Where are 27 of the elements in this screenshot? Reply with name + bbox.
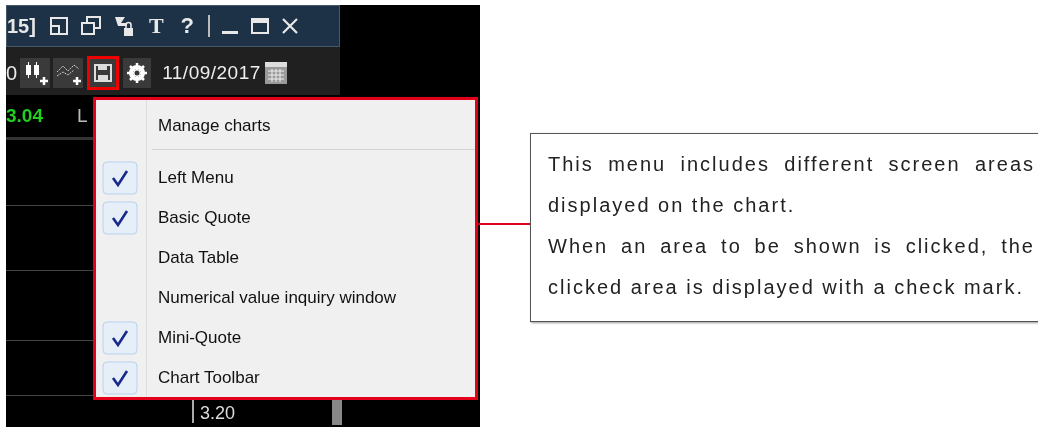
- window-title: 15]: [7, 14, 36, 38]
- calendar-icon[interactable]: [263, 60, 288, 86]
- save-icon[interactable]: [87, 56, 120, 90]
- axis-label: 3.20: [200, 403, 236, 424]
- date-field[interactable]: 11/09/2017: [162, 62, 261, 84]
- settings-icon[interactable]: [123, 58, 152, 88]
- menu-item[interactable]: Mini-Quote: [158, 328, 242, 348]
- window-icon[interactable]: [48, 16, 69, 36]
- close-icon[interactable]: [281, 17, 300, 35]
- toolbar-button[interactable]: T: [145, 13, 167, 39]
- quote-label: L: [77, 105, 88, 127]
- menu-item[interactable]: Basic Quote: [158, 208, 251, 228]
- toolbar-value: 0: [6, 61, 18, 85]
- copy-icon[interactable]: [79, 16, 102, 36]
- menu-item[interactable]: Manage charts: [96, 106, 475, 146]
- line-add-icon[interactable]: [53, 58, 84, 88]
- lock-icon[interactable]: [112, 15, 135, 37]
- candles-add-icon[interactable]: [20, 58, 51, 88]
- menu-item[interactable]: Data Table: [158, 248, 239, 268]
- menu-item[interactable]: Left Menu: [158, 168, 234, 188]
- toolbar-button[interactable]: ?: [177, 13, 198, 39]
- menu-item[interactable]: Chart Toolbar: [158, 368, 260, 388]
- callout-text: When an area to be shown is clicked, the clicked area is displayed with a check mark.: [548, 234, 1035, 300]
- callout-text: This menu includes different screen areas displayed on the chart.: [548, 152, 1035, 218]
- price-value: 3.04: [6, 105, 43, 127]
- maximize-icon[interactable]: [250, 17, 271, 35]
- menu-item[interactable]: Numerical value inquiry window: [158, 288, 397, 308]
